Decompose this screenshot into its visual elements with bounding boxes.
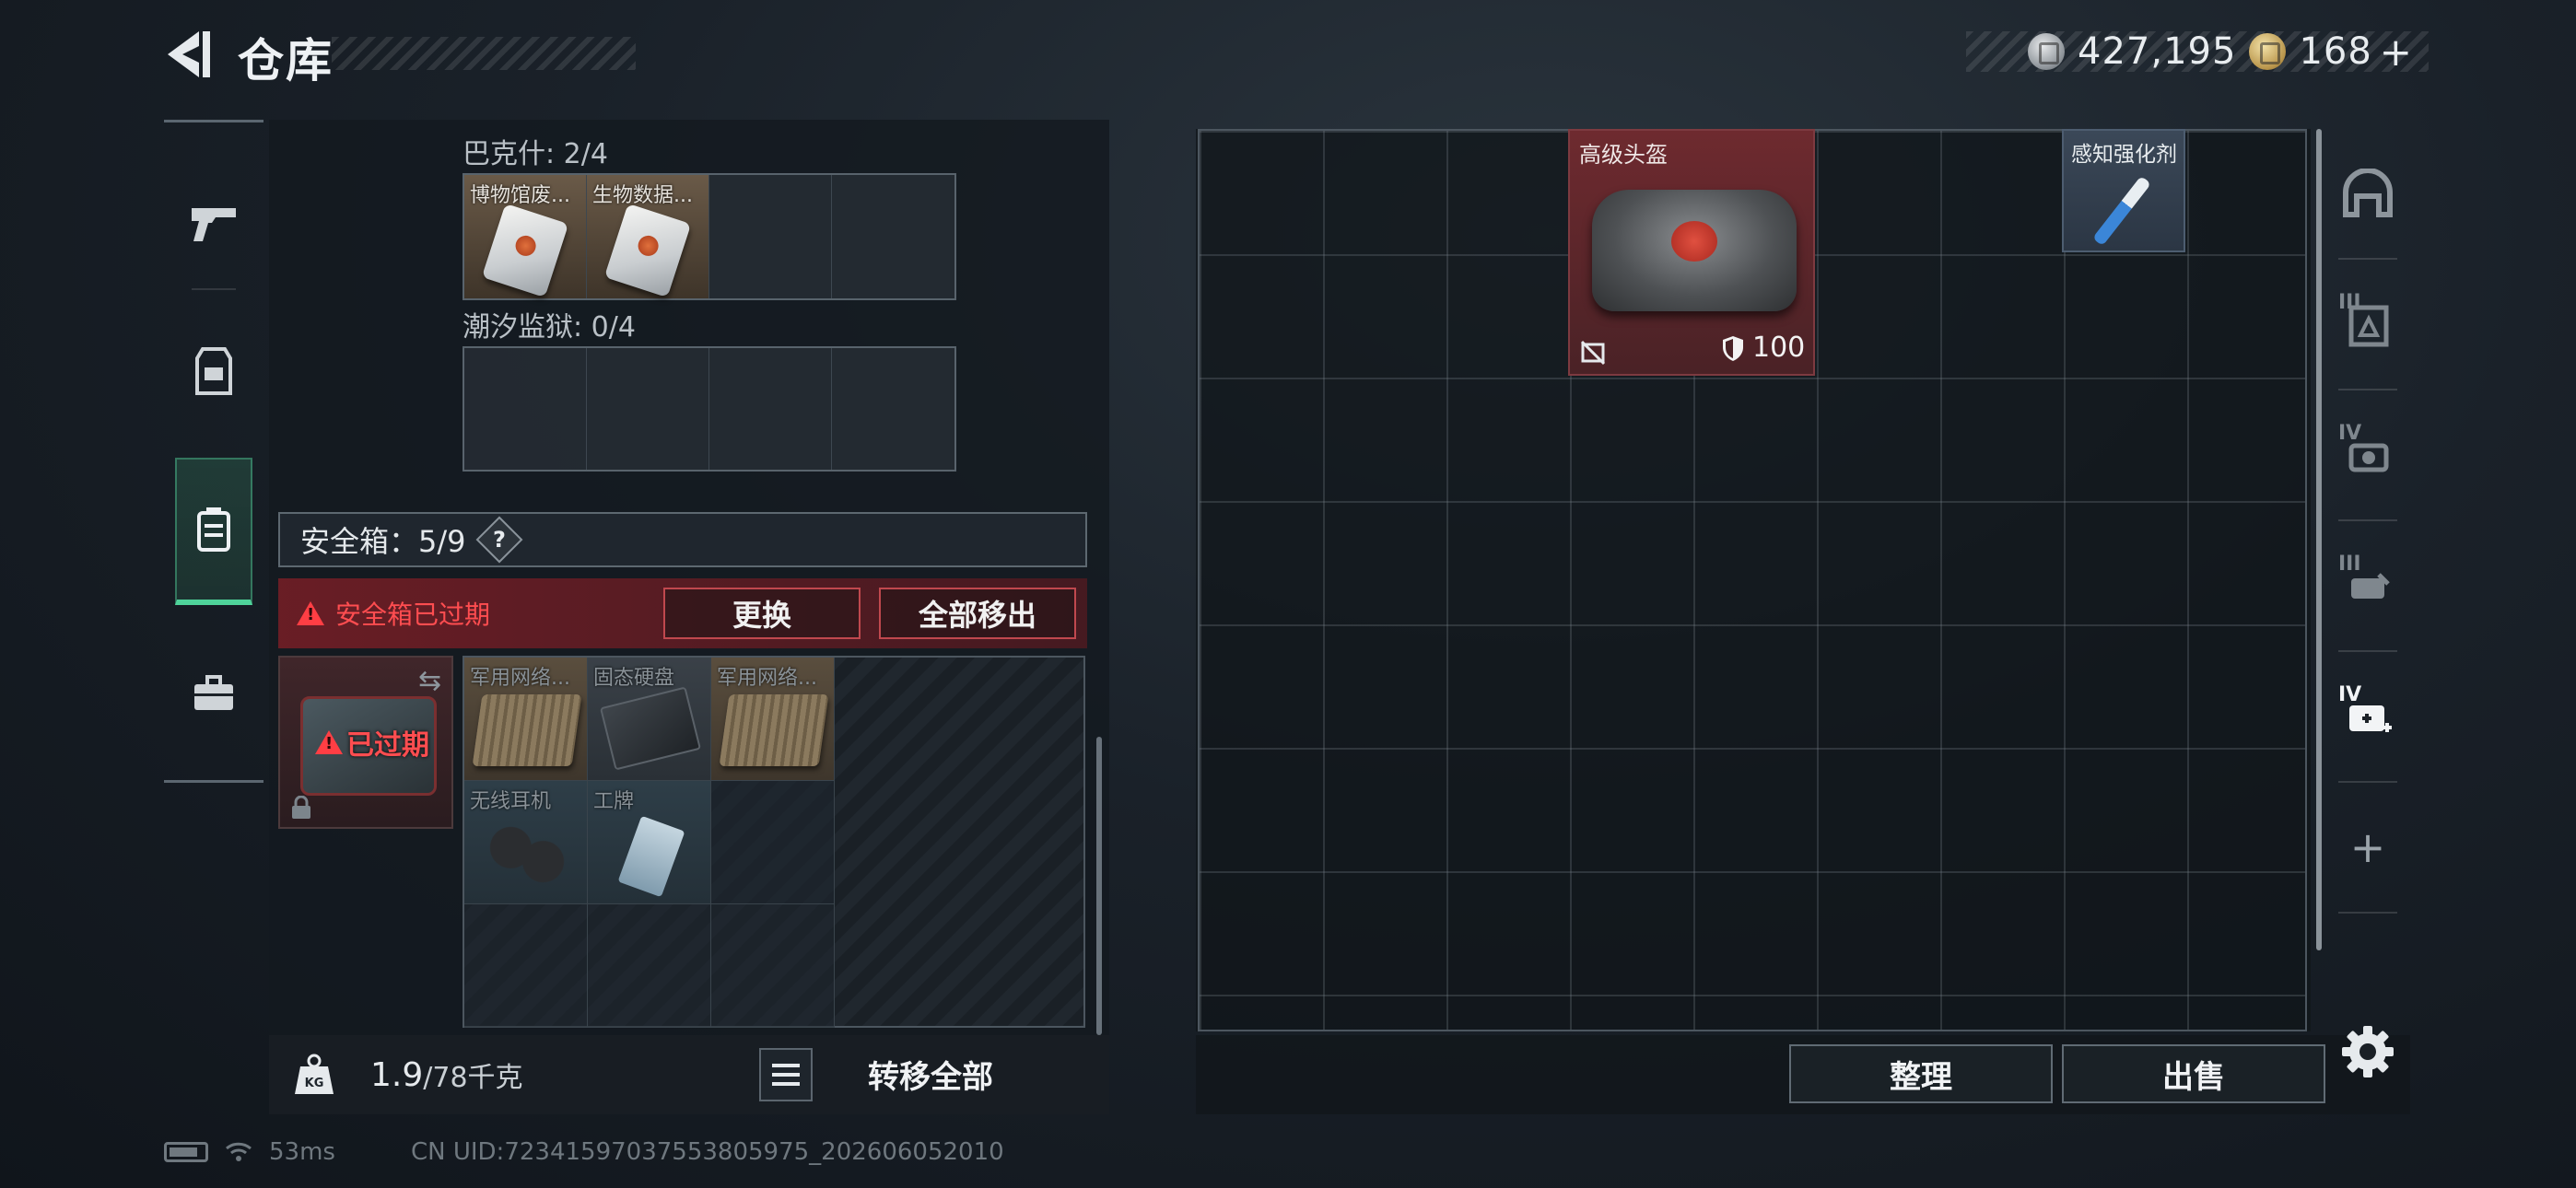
pistol-icon: [192, 208, 236, 241]
svg-text:KG: KG: [305, 1077, 324, 1090]
gold-coin-icon: [2249, 33, 2287, 70]
rr-add-category-button[interactable]: +: [2329, 783, 2406, 912]
network-device-icon: [719, 694, 829, 766]
toolbox-icon: [194, 675, 233, 710]
ping-value: 53ms: [269, 1138, 335, 1166]
expired-stamp: 已过期: [315, 722, 429, 763]
collection-label-tidal-prison: 潮汐监狱: 0/4: [463, 311, 636, 344]
collection-item[interactable]: 生物数据...: [587, 175, 709, 298]
empty-slot[interactable]: [832, 175, 954, 298]
ssd-icon: [599, 686, 702, 771]
collection-grid-bakshi: 博物馆废... 生物数据...: [463, 173, 956, 300]
list-view-button[interactable]: [759, 1048, 813, 1101]
no-sell-icon: [1580, 340, 1606, 366]
empty-slot[interactable]: [709, 348, 832, 470]
lock-icon: [292, 796, 310, 819]
item-name: 感知强化剂: [2071, 143, 2177, 167]
gold-currency-value: 168: [2299, 30, 2372, 73]
move-all-out-button[interactable]: 全部移出: [879, 588, 1076, 639]
empty-slot[interactable]: [711, 781, 835, 904]
stash-item-helmet[interactable]: 高级头盔 100: [1568, 129, 1815, 376]
empty-slot[interactable]: [832, 348, 954, 470]
empty-slot[interactable]: [464, 904, 588, 1028]
back-arrow-icon: [168, 31, 210, 77]
safebox-item[interactable]: 军用网络...: [464, 658, 588, 781]
safebox-item[interactable]: 工牌: [588, 781, 711, 904]
title-stripes: [332, 37, 636, 70]
rail-item-weapons[interactable]: [175, 150, 252, 297]
empty-slot[interactable]: [588, 904, 711, 1028]
currency-bar: 427,195 168 +: [1966, 29, 2429, 75]
weight-kg-icon: KG: [295, 1054, 334, 1094]
sell-button[interactable]: 出售: [2062, 1044, 2325, 1103]
swap-icon[interactable]: ⇆: [418, 665, 441, 697]
injector-icon: [2092, 175, 2151, 247]
warning-icon: [297, 601, 324, 625]
safebox-item[interactable]: 无线耳机: [464, 781, 588, 904]
rail-item-backpack[interactable]: [175, 458, 252, 605]
weight-bar: KG 1.9 /78千克 转移全部: [269, 1035, 1109, 1114]
item-name: 高级头盔: [1579, 142, 1668, 168]
weight-current: 1.9: [370, 1055, 424, 1094]
left-scrollbar[interactable]: [1096, 737, 1102, 1035]
network-device-icon: [472, 694, 582, 766]
stash-scrollbar[interactable]: [2316, 129, 2322, 950]
warning-icon: [315, 730, 343, 754]
collection-grid-tidal-prison: [463, 346, 956, 472]
sample-vial-icon: [481, 203, 569, 298]
right-category-rail: III IV III IV +: [2329, 129, 2406, 1013]
collection-label-bakshi: 巴克什: 2/4: [463, 138, 608, 170]
empty-slot[interactable]: [464, 348, 587, 470]
empty-slot[interactable]: [709, 175, 832, 298]
rr-item-gear[interactable]: IV: [2329, 390, 2406, 519]
empty-slot[interactable]: [587, 348, 709, 470]
duffel-bag-icon: [1592, 190, 1797, 311]
sample-vial-icon: [603, 203, 692, 298]
helmet-icon: [2343, 169, 2393, 217]
safebox-thumbnail[interactable]: 已过期 ⇆: [278, 656, 453, 829]
vest-icon: [195, 347, 232, 395]
sort-button[interactable]: 整理: [1789, 1044, 2053, 1103]
silver-currency-value: 427,195: [2078, 30, 2237, 73]
uid-text: CN UID:72341597037553805975_202606052010: [410, 1138, 1004, 1166]
shield-icon: [1723, 335, 1743, 361]
safebox-grid: 军用网络... 固态硬盘 军用网络... 无线耳机 工牌: [463, 656, 1085, 1028]
left-category-rail: [164, 120, 263, 783]
help-icon[interactable]: ?: [475, 516, 522, 564]
safebox-header: 安全箱：5/9 ?: [278, 512, 1087, 567]
replace-button[interactable]: 更换: [663, 588, 861, 639]
page-title: 仓库: [238, 34, 334, 87]
collection-item[interactable]: 博物馆废...: [464, 175, 587, 298]
rail-item-toolbox[interactable]: [175, 620, 252, 767]
status-line: 53ms CN UID:72341597037553805975_2026060…: [164, 1138, 1004, 1166]
rr-item-helmet[interactable]: [2329, 129, 2406, 258]
rr-item-tool[interactable]: III: [2329, 521, 2406, 650]
add-currency-button[interactable]: +: [2380, 29, 2412, 75]
battery-icon: [164, 1142, 208, 1162]
wifi-icon: [226, 1142, 252, 1161]
safebox-item[interactable]: 固态硬盘: [588, 658, 711, 781]
transfer-all-button[interactable]: 转移全部: [868, 1052, 993, 1097]
backpack-icon: [197, 507, 230, 552]
empty-slot[interactable]: [711, 904, 835, 1028]
silver-coin-icon: [2028, 33, 2066, 70]
weight-max: /78千克: [423, 1062, 523, 1094]
expired-message: 安全箱已过期: [335, 600, 491, 630]
rail-item-vest[interactable]: [175, 297, 252, 445]
earbuds-icon: [486, 820, 568, 890]
id-badge-icon: [617, 815, 685, 898]
rr-item-armor[interactable]: III: [2329, 260, 2406, 389]
stash-item-injector[interactable]: 感知强化剂: [2062, 129, 2185, 252]
rr-item-medkit[interactable]: IV: [2329, 652, 2406, 781]
durability: 100: [1721, 332, 1805, 364]
back-button[interactable]: [162, 28, 217, 81]
gear-icon[interactable]: [2340, 1024, 2395, 1079]
safebox-capacity-label: 安全箱：5/9: [300, 524, 466, 559]
safebox-item[interactable]: 军用网络...: [711, 658, 835, 781]
